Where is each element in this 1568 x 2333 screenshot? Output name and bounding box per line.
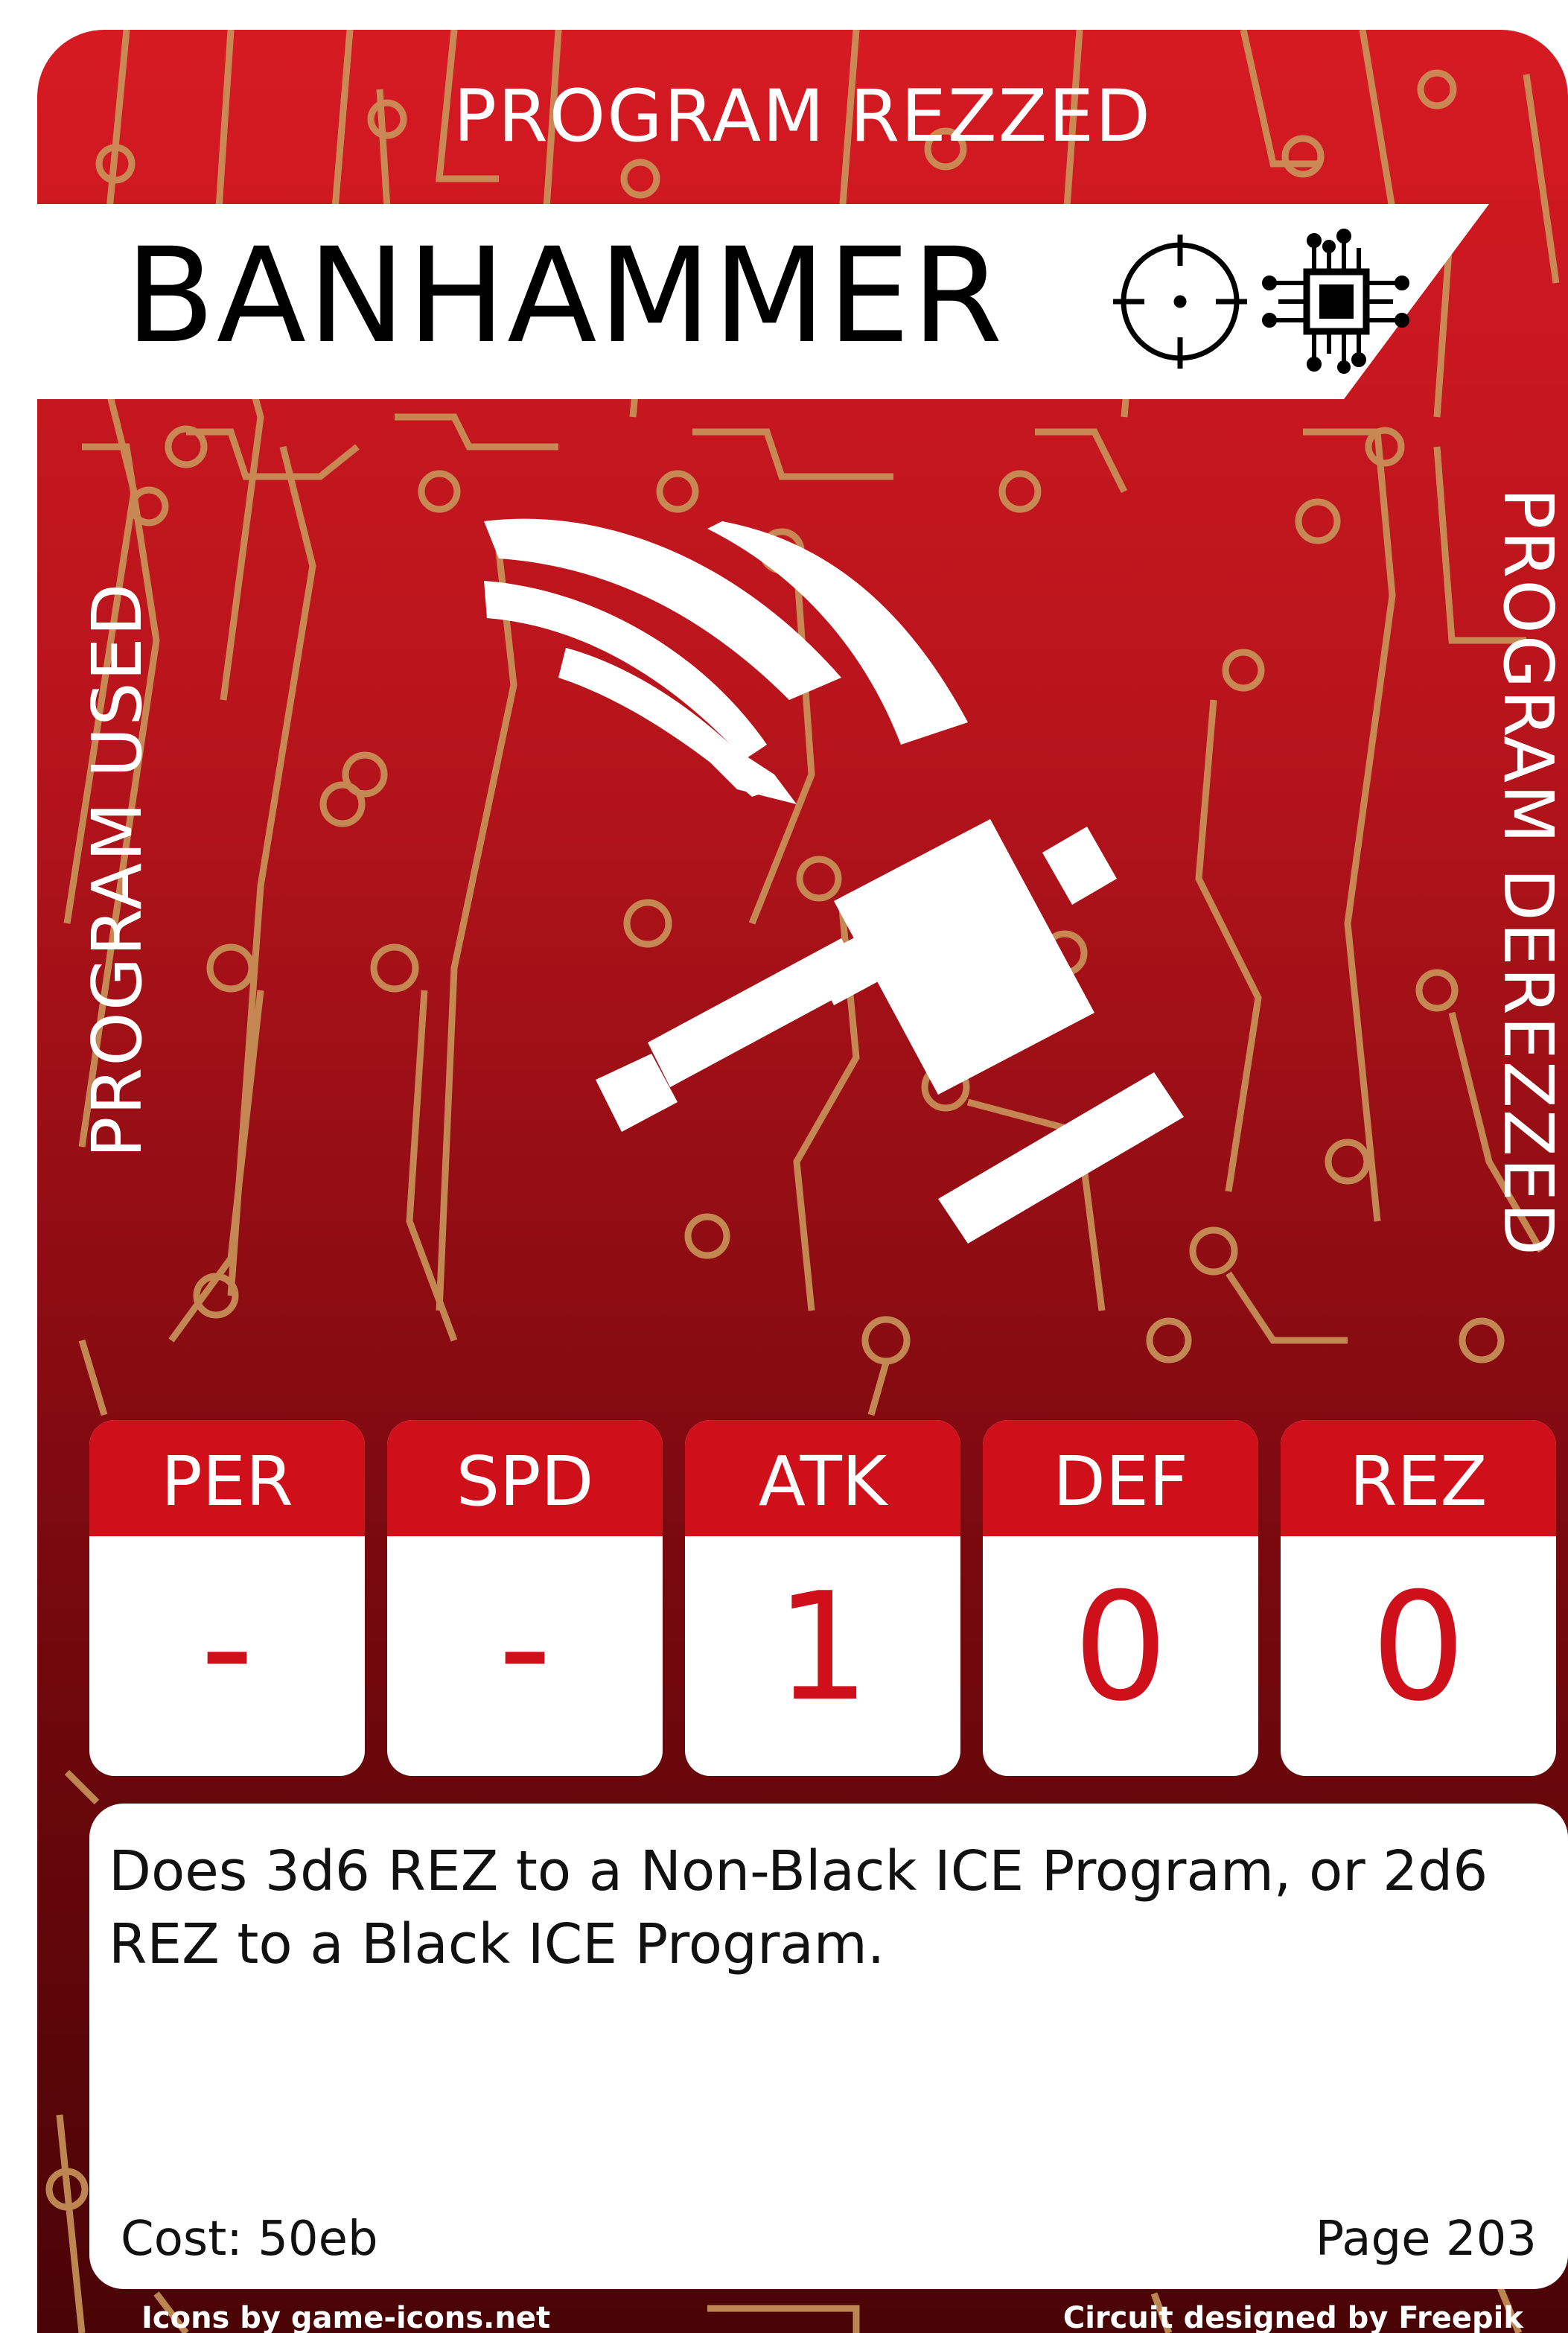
stat-rez: REZ 0 <box>1281 1420 1556 1776</box>
circuit-credit: Circuit designed by Freepik <box>1062 2301 1523 2333</box>
stat-label: PER <box>89 1420 365 1536</box>
icons-credit: Icons by game-icons.net <box>141 2301 551 2333</box>
stat-label: REZ <box>1281 1420 1556 1536</box>
cost-label: Cost: 50eb <box>121 2212 378 2267</box>
page-reference: Page 203 <box>1315 2212 1537 2267</box>
stat-spd: SPD - <box>387 1420 663 1776</box>
stat-value: 1 <box>775 1561 870 1734</box>
crosshair-icon <box>1113 235 1247 369</box>
stats-row: PER - SPD - ATK 1 DEF 0 REZ 0 <box>89 1420 1568 1776</box>
stat-value: 0 <box>1073 1561 1168 1734</box>
stat-value: 0 <box>1371 1561 1466 1734</box>
program-rezzed-label: PROGRAM REZZED <box>453 74 1152 158</box>
ability-text: Does 3d6 REZ to a Non-Black ICE Program,… <box>109 1839 1488 1976</box>
ability-textbox: Does 3d6 REZ to a Non-Black ICE Program,… <box>89 1804 1568 2289</box>
hammer-icon <box>484 518 1184 1244</box>
stat-label: ATK <box>685 1420 960 1536</box>
stat-label: SPD <box>387 1420 663 1536</box>
stat-per: PER - <box>89 1420 365 1776</box>
stat-atk: ATK 1 <box>685 1420 960 1776</box>
stat-def: DEF 0 <box>983 1420 1258 1776</box>
chip-icon <box>1262 229 1409 374</box>
stat-value: - <box>200 1561 255 1734</box>
program-card: PROGRAM REZZED BANHAMMER PROGRAM USED PR… <box>37 30 1568 2333</box>
program-used-label: PROGRAM USED <box>77 582 157 1158</box>
stat-value: - <box>497 1561 552 1734</box>
title-icons <box>1113 229 1409 374</box>
stat-label: DEF <box>983 1420 1258 1536</box>
program-derezzed-label: PROGRAM DEREZZED <box>1488 488 1568 1257</box>
card-title: BANHAMMER <box>125 220 1004 372</box>
